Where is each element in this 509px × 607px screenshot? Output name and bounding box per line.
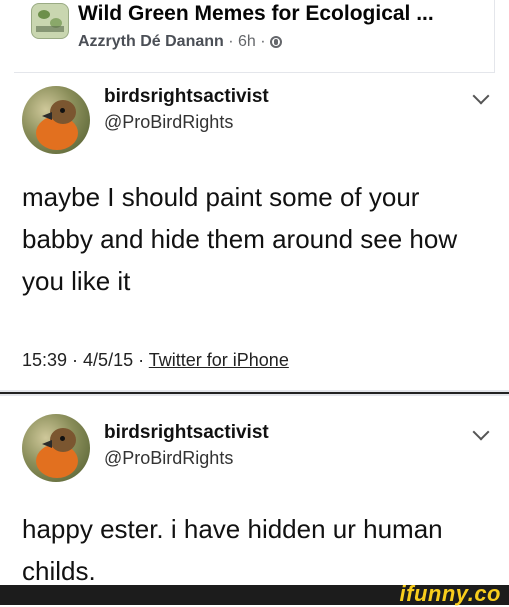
tweet-timestamp: 15:39 · 4/5/15 · Twitter for iPhone: [22, 350, 289, 371]
avatar[interactable]: [22, 414, 90, 482]
tweet-text: maybe I should paint some of your babby …: [22, 182, 458, 296]
post-meta: Azzryth Dé Danann · 6h ·: [78, 33, 283, 51]
author-name[interactable]: Azzryth Dé Danann: [78, 33, 224, 50]
tweet-card: birdsrightsactivist @ProBirdRights happy…: [0, 396, 509, 605]
group-title[interactable]: Wild Green Memes for Ecological ...: [78, 2, 434, 26]
ifunny-logo: ifunny.co: [399, 581, 501, 606]
watermark-bar: ifunny.co: [0, 581, 509, 606]
tweet-text: happy ester. i have hidden ur human chil…: [22, 514, 443, 586]
tweet-card: birdsrightsactivist @ProBirdRights maybe…: [0, 72, 509, 390]
display-name[interactable]: birdsrightsactivist: [104, 86, 269, 108]
tweet-time: 15:39 · 4/5/15 ·: [22, 350, 149, 370]
tweet-source-link[interactable]: Twitter for iPhone: [149, 350, 289, 370]
group-avatar[interactable]: [31, 3, 69, 39]
avatar[interactable]: [22, 86, 90, 154]
post-time: · 6h ·: [223, 33, 271, 50]
post-header: Wild Green Memes for Ecological ... Azzr…: [14, 0, 495, 73]
user-handle[interactable]: @ProBirdRights: [104, 448, 233, 469]
chevron-down-icon[interactable]: [472, 87, 490, 105]
globe-icon: [270, 36, 283, 48]
chevron-down-icon[interactable]: [472, 423, 490, 441]
user-handle[interactable]: @ProBirdRights: [104, 112, 233, 133]
display-name[interactable]: birdsrightsactivist: [104, 422, 269, 444]
